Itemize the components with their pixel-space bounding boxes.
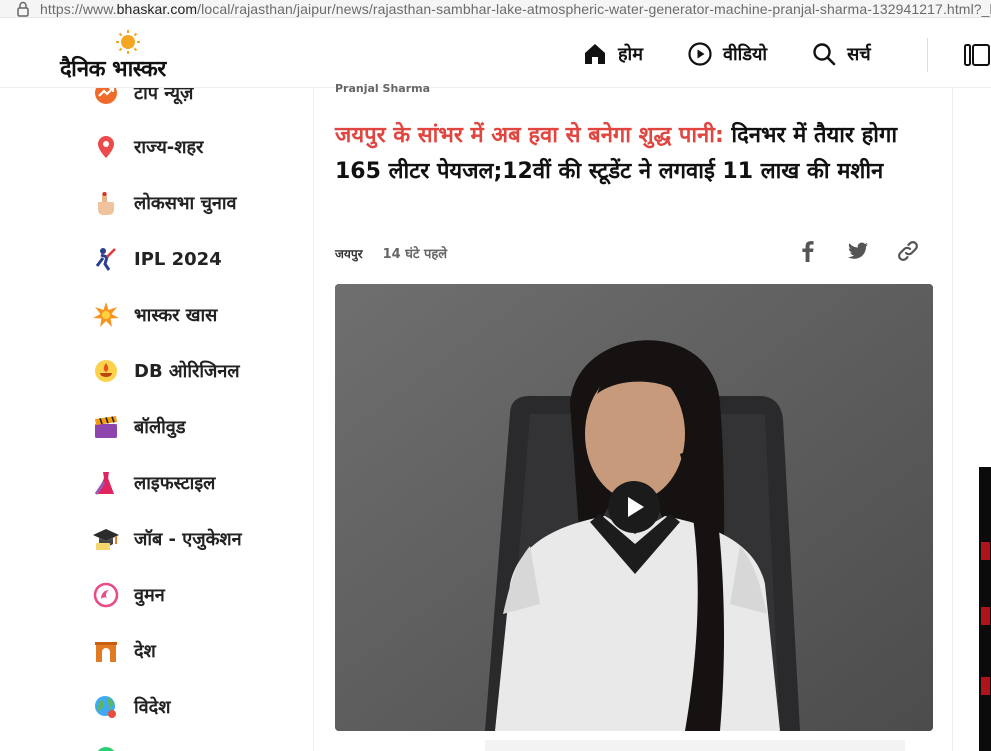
ad-decoration (981, 607, 990, 625)
article-city[interactable]: जयपुर (335, 245, 363, 262)
sidebar-label-db-original: DB ओरिजिनल (134, 361, 240, 382)
play-icon (628, 497, 644, 517)
sidebar-label-job-education: जॉब - एजुकेशन (134, 529, 242, 550)
url-text: https://www.bhaskar.com/local/rajasthan/… (40, 0, 991, 17)
panel-toggle-icon[interactable] (962, 42, 991, 68)
bottom-strip (485, 740, 905, 751)
right-advertisement[interactable] (979, 467, 991, 751)
sidebar-label-elections: लोकसभा चुनाव (134, 193, 237, 214)
nav-divider (927, 38, 928, 72)
play-button[interactable] (608, 481, 660, 533)
sidebar-label-bhaskar-khas: भास्कर खास (134, 305, 218, 326)
home-icon (585, 44, 605, 64)
headline-highlight: जयपुर के सांभर में अब हवा से बनेगा शुद्ध… (335, 123, 724, 148)
ad-decoration (981, 677, 990, 695)
nav-video-label: वीडियो (722, 44, 768, 65)
sidebar-item-db-original[interactable]: DB ओरिजिनल (92, 356, 240, 386)
nav-video[interactable]: वीडियो (687, 41, 767, 67)
sun-logo-icon (116, 30, 140, 54)
sidebar-item-ipl[interactable]: IPL 2024 (92, 244, 222, 274)
diya-icon (92, 357, 120, 385)
sidebar-label-state-city: राज्य-शहर (134, 137, 204, 158)
nav-home-label: होम (618, 44, 643, 65)
sidebar-item-country[interactable]: देश (92, 636, 156, 666)
sidebar-label-country: देश (134, 641, 156, 662)
video-player[interactable] (335, 284, 933, 731)
nav-search-label: सर्च (847, 44, 871, 65)
india-gate-icon (92, 637, 120, 665)
graduation-cap-icon (92, 525, 120, 553)
next-category-icon (92, 743, 120, 751)
sidebar-label-top-news: टॉप न्यूज़ (134, 88, 194, 104)
sidebar-item-bollywood[interactable]: बॉलीवुड (92, 412, 185, 442)
woman-icon (92, 581, 120, 609)
nav-search[interactable]: सर्च (811, 41, 871, 67)
voting-finger-icon (92, 189, 120, 217)
sidebar-label-world: विदेश (134, 697, 171, 718)
lock-icon (17, 1, 29, 17)
facebook-icon[interactable] (795, 238, 821, 264)
sidebar-item-job-education[interactable]: जॉब - एजुकेशन (92, 524, 242, 554)
sidebar-label-ipl: IPL 2024 (134, 248, 222, 270)
sidebar-label-lifestyle: लाइफस्टाइल (134, 473, 216, 494)
site-logo[interactable]: दैनिक भास्कर (58, 30, 208, 82)
location-pin-icon (92, 133, 120, 161)
ad-decoration (981, 542, 990, 560)
globe-icon (92, 693, 120, 721)
sidebar-label-women: वुमन (134, 585, 165, 606)
clapperboard-icon (92, 413, 120, 441)
sidebar-item-bhaskar-khas[interactable]: भास्कर खास (92, 300, 217, 330)
search-icon (813, 43, 836, 66)
sidebar-item-lifestyle[interactable]: लाइफस्टाइल (92, 468, 215, 498)
trending-icon (92, 88, 120, 107)
dress-icon (92, 469, 120, 497)
sidebar-item-state-city[interactable]: राज्य-शहर (92, 132, 203, 162)
link-icon[interactable] (895, 238, 921, 264)
author-name[interactable]: Pranjal Sharma (335, 82, 430, 95)
nav-home[interactable]: होम (582, 41, 643, 67)
sidebar-item-top-news[interactable]: टॉप न्यूज़ (92, 88, 193, 108)
address-bar[interactable]: https://www.bhaskar.com/local/rajasthan/… (0, 0, 991, 18)
top-navigation: दैनिक भास्कर होम वीडियो सर्च (0, 18, 991, 88)
sidebar-item-women[interactable]: वुमन (92, 580, 165, 610)
article-column: Pranjal Sharma जयपुर के सांभर में अब हवा… (315, 82, 953, 751)
sidebar-label-bollywood: बॉलीवुड (134, 417, 186, 438)
sidebar-item-elections[interactable]: लोकसभा चुनाव (92, 188, 237, 218)
cricket-icon (92, 245, 120, 273)
logo-wordmark: दैनिक भास्कर (60, 57, 166, 82)
sidebar-item-next[interactable] (92, 742, 134, 751)
play-circle-icon (688, 42, 712, 66)
article-headline: जयपुर के सांभर में अब हवा से बनेगा शुद्ध… (335, 118, 925, 190)
left-sidebar: टॉप न्यूज़ राज्य-शहर लोकसभा चुनाव IPL 20… (0, 88, 314, 751)
article-time: 14 घंटे पहले (382, 247, 448, 262)
sidebar-item-world[interactable]: विदेश (92, 692, 170, 722)
article-meta: जयपुर 14 घंटे पहले (335, 244, 448, 263)
twitter-icon[interactable] (845, 238, 871, 264)
star-burst-icon (92, 301, 120, 329)
